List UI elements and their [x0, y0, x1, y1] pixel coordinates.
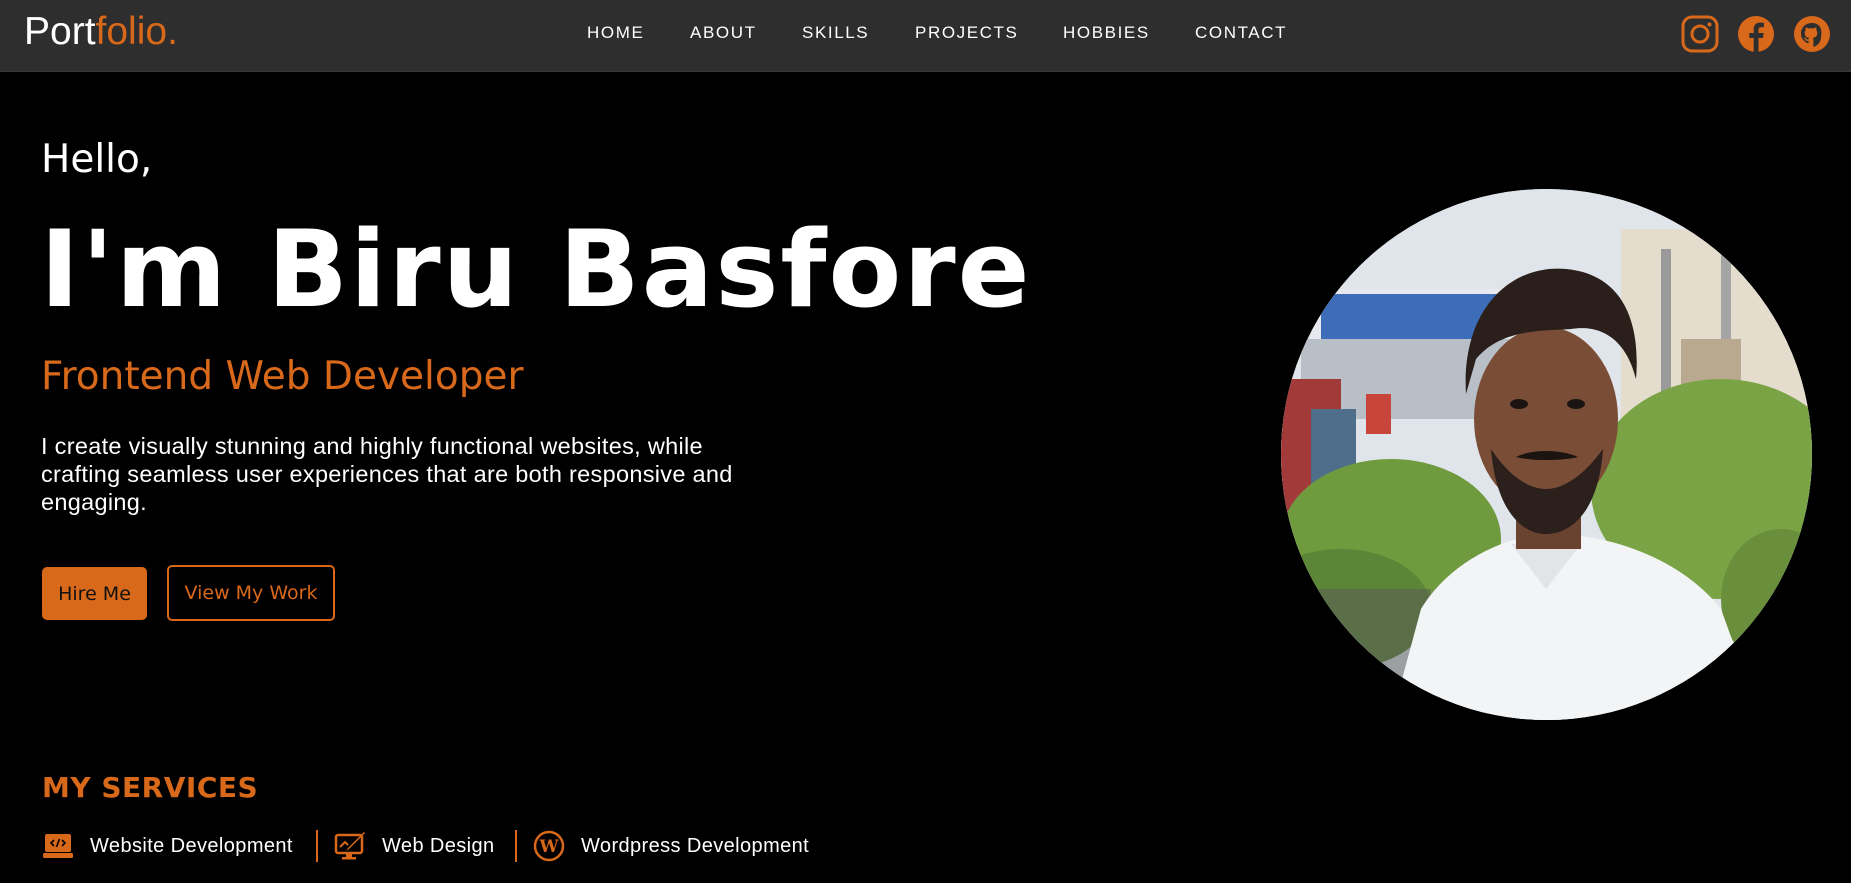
nav-contact[interactable]: CONTACT: [1195, 23, 1287, 43]
profile-photo-illustration: [1281, 189, 1812, 720]
view-my-work-button[interactable]: View My Work: [167, 565, 335, 621]
svg-text:W: W: [538, 837, 559, 857]
profile-photo: [1281, 189, 1812, 720]
nav-skills[interactable]: SKILLS: [802, 23, 869, 43]
nav-hobbies[interactable]: HOBBIES: [1063, 23, 1150, 43]
monitor-design-icon: [334, 832, 365, 860]
service-label: Wordpress Development: [581, 834, 810, 857]
nav-home[interactable]: HOME: [587, 23, 644, 43]
hero-description: I create visually stunning and highly fu…: [41, 433, 733, 515]
hero-role: Frontend Web Developer: [41, 354, 524, 399]
wordpress-icon: W: [533, 830, 565, 862]
facebook-icon[interactable]: [1737, 15, 1775, 53]
service-divider: [515, 830, 517, 862]
nav-projects[interactable]: PROJECTS: [915, 23, 1018, 43]
hire-me-button[interactable]: Hire Me: [42, 567, 147, 620]
service-wordpress-development: W Wordpress Development: [533, 829, 809, 863]
github-icon[interactable]: [1793, 15, 1831, 53]
nav-menu: HOME ABOUT SKILLS PROJECTS HOBBIES CONTA…: [0, 0, 1851, 72]
services-title: MY SERVICES: [42, 771, 259, 804]
service-label: Website Development: [90, 834, 293, 857]
code-laptop-icon: [43, 834, 73, 858]
navbar: Portfolio. HOME ABOUT SKILLS PROJECTS HO…: [0, 0, 1851, 72]
instagram-icon[interactable]: [1681, 15, 1719, 53]
service-web-design: Web Design: [334, 829, 495, 863]
nav-about[interactable]: ABOUT: [690, 23, 757, 43]
service-divider: [316, 830, 318, 862]
service-label: Web Design: [382, 834, 495, 857]
hero-name: I'm Biru Basfore: [40, 208, 1032, 331]
service-website-development: Website Development: [42, 829, 293, 863]
hero-greeting: Hello,: [41, 137, 153, 182]
